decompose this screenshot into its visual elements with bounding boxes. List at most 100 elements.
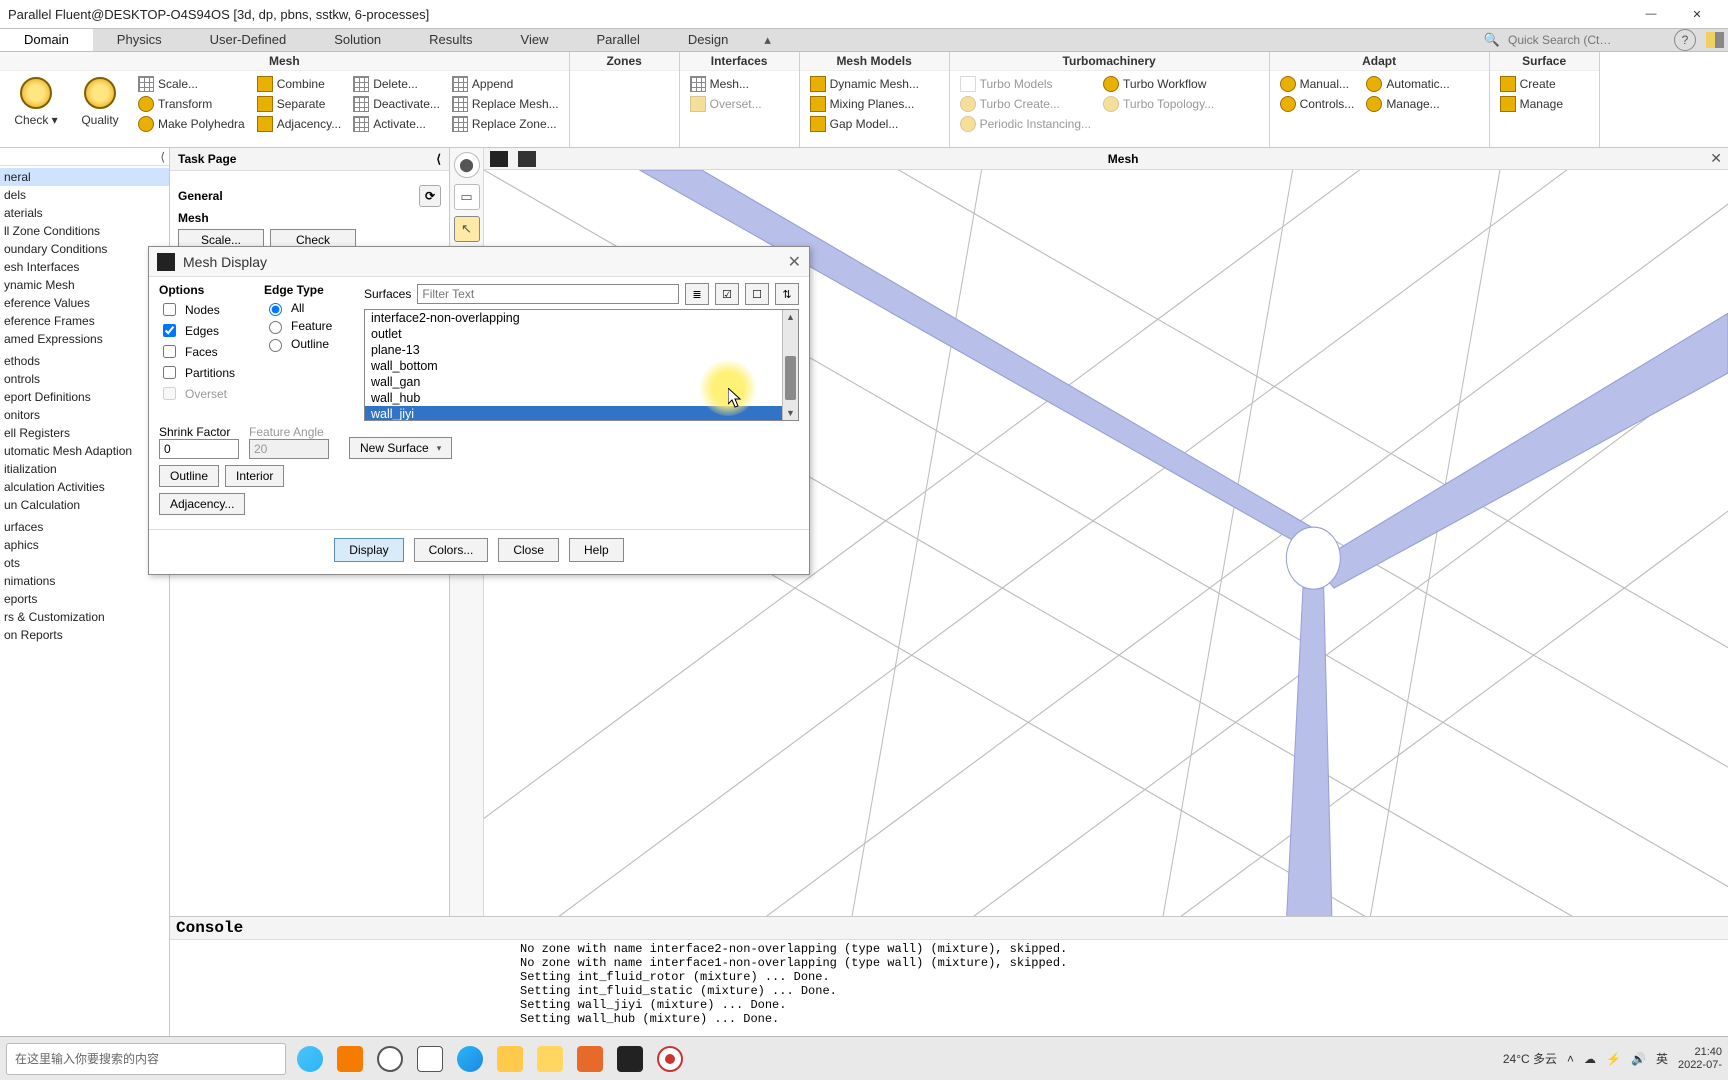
gap-model-button[interactable]: Gap Model... xyxy=(806,115,923,133)
tab-solution[interactable]: Solution xyxy=(310,29,405,51)
edges-checkbox[interactable]: Edges xyxy=(159,321,254,340)
outline-item[interactable]: aphics xyxy=(0,536,169,554)
check-button[interactable]: Check ▾ xyxy=(6,75,66,129)
adapt-automatic-button[interactable]: Automatic... xyxy=(1362,75,1453,93)
select-all-button[interactable]: ☑ xyxy=(715,283,739,305)
taskbar-fluent-icon[interactable] xyxy=(614,1043,646,1075)
invert-selection-button[interactable]: ⇅ xyxy=(775,283,799,305)
outline-item[interactable]: nimations xyxy=(0,572,169,590)
taskbar-edge-icon[interactable] xyxy=(454,1043,486,1075)
close-button[interactable]: Close xyxy=(498,538,559,562)
separate-button[interactable]: Separate xyxy=(253,95,345,113)
adapt-controls-button[interactable]: Controls... xyxy=(1276,95,1359,113)
deselect-all-button[interactable]: ☐ xyxy=(745,283,769,305)
replace-mesh-button[interactable]: Replace Mesh... xyxy=(448,95,563,113)
append-button[interactable]: Append xyxy=(448,75,563,93)
outline-item[interactable]: eference Values xyxy=(0,294,169,312)
nodes-checkbox[interactable]: Nodes xyxy=(159,300,254,319)
outline-item[interactable]: dels xyxy=(0,186,169,204)
taskbar-taskview-icon[interactable] xyxy=(414,1043,446,1075)
outline-item[interactable]: eference Frames xyxy=(0,312,169,330)
outline-item[interactable]: on Reports xyxy=(0,626,169,644)
outline-item[interactable]: onitors xyxy=(0,406,169,424)
tab-domain[interactable]: Domain xyxy=(0,29,93,51)
surface-list-item[interactable]: plane-13 xyxy=(365,342,798,358)
outline-item[interactable]: esh Interfaces xyxy=(0,258,169,276)
view-tool-0[interactable]: ⬤ xyxy=(454,152,480,178)
dialog-close-button[interactable]: ✕ xyxy=(788,252,801,272)
outline-item[interactable]: ell Registers xyxy=(0,424,169,442)
tab-physics[interactable]: Physics xyxy=(93,29,186,51)
surface-create-button[interactable]: Create xyxy=(1496,75,1567,93)
tab-view[interactable]: View xyxy=(497,29,573,51)
adapt-manual-button[interactable]: Manual... xyxy=(1276,75,1359,93)
outline-item[interactable]: oundary Conditions xyxy=(0,240,169,258)
outline-item[interactable]: eport Definitions xyxy=(0,388,169,406)
taskbar-cortana-icon[interactable] xyxy=(374,1043,406,1075)
taskbar-news-icon[interactable] xyxy=(294,1043,326,1075)
tray-onedrive-icon[interactable]: ☁ xyxy=(1584,1052,1596,1066)
surface-list-item[interactable]: outlet xyxy=(365,326,798,342)
edge-outline-radio[interactable]: Outline xyxy=(264,336,354,352)
task-page-collapse[interactable]: ⟨ xyxy=(436,152,441,166)
surface-list-item[interactable]: wall_bottom xyxy=(365,358,798,374)
outline-item[interactable]: aterials xyxy=(0,204,169,222)
tray-chevron-icon[interactable]: ˄ xyxy=(1567,1052,1574,1066)
adjacency-button[interactable]: Adjacency... xyxy=(253,115,345,133)
outline-item[interactable]: ynamic Mesh xyxy=(0,276,169,294)
interior-button[interactable]: Interior xyxy=(225,465,284,487)
dynamic-mesh-button[interactable]: Dynamic Mesh... xyxy=(806,75,923,93)
make-polyhedra-button[interactable]: Make Polyhedra xyxy=(134,115,249,133)
view-tool-pointer[interactable]: ↖ xyxy=(454,216,480,242)
deactivate-button[interactable]: Deactivate... xyxy=(349,95,444,113)
help-icon[interactable]: ? xyxy=(1674,29,1696,51)
outline-item[interactable]: ots xyxy=(0,554,169,572)
taskbar-app2-icon[interactable] xyxy=(534,1043,566,1075)
outline-item[interactable]: utomatic Mesh Adaption xyxy=(0,442,169,460)
help-button[interactable]: Help xyxy=(569,538,624,562)
surfaces-filter-input[interactable] xyxy=(417,284,679,304)
turbo-models-button[interactable]: Turbo Models xyxy=(956,75,1095,93)
outline-tree[interactable]: neraldelsaterialsll Zone Conditionsounda… xyxy=(0,166,169,1036)
outline-item[interactable]: itialization xyxy=(0,460,169,478)
edge-all-radio[interactable]: All xyxy=(264,300,354,316)
outline-item[interactable]: eports xyxy=(0,590,169,608)
outline-item[interactable]: neral xyxy=(0,168,169,186)
quality-button[interactable]: Quality xyxy=(70,75,130,129)
ribbon-collapse-icon[interactable]: ▴ xyxy=(752,29,783,51)
outline-item[interactable]: un Calculation xyxy=(0,496,169,514)
transform-button[interactable]: Transform xyxy=(134,95,249,113)
weather-widget[interactable]: 24°C 多云 xyxy=(1503,1050,1557,1067)
adjacency-dialog-button[interactable]: Adjacency... xyxy=(159,493,245,515)
tray-wifi-icon[interactable]: ⚡ xyxy=(1606,1052,1621,1066)
taskbar-search[interactable]: 在这里输入你要搜索的内容 xyxy=(6,1043,286,1075)
outline-collapse-button[interactable]: ⟨ xyxy=(0,148,169,166)
shrink-factor-input[interactable] xyxy=(159,439,239,459)
view-tool-1[interactable]: ▭ xyxy=(454,184,480,210)
taskbar-clock[interactable]: 21:40 2022-07- xyxy=(1678,1046,1722,1070)
taskbar-app1-icon[interactable] xyxy=(334,1043,366,1075)
surfaces-scrollbar[interactable]: ▲▼ xyxy=(782,310,798,420)
close-window-button[interactable]: ✕ xyxy=(1674,0,1720,28)
mixing-planes-button[interactable]: Mixing Planes... xyxy=(806,95,923,113)
viewport-close-button[interactable]: ✕ xyxy=(1710,150,1722,167)
outline-item[interactable]: alculation Activities xyxy=(0,478,169,496)
edge-feature-radio[interactable]: Feature xyxy=(264,318,354,334)
layout-icon[interactable] xyxy=(1706,32,1724,48)
outline-item[interactable]: amed Expressions xyxy=(0,330,169,348)
activate-button[interactable]: Activate... xyxy=(349,115,444,133)
refresh-button[interactable]: ⟳ xyxy=(419,185,441,207)
tab-design[interactable]: Design xyxy=(664,29,752,51)
faces-checkbox[interactable]: Faces xyxy=(159,342,254,361)
outline-item[interactable]: ll Zone Conditions xyxy=(0,222,169,240)
adapt-manage-button[interactable]: Manage... xyxy=(1362,95,1453,113)
outline-item[interactable]: ethods xyxy=(0,352,169,370)
tray-ime[interactable]: 英 xyxy=(1656,1050,1668,1067)
interfaces-mesh-button[interactable]: Mesh... xyxy=(686,75,766,93)
tray-volume-icon[interactable]: 🔊 xyxy=(1631,1052,1646,1066)
combine-button[interactable]: Combine xyxy=(253,75,345,93)
taskbar-ppt-icon[interactable] xyxy=(574,1043,606,1075)
quick-search-input[interactable] xyxy=(1504,31,1664,49)
display-button[interactable]: Display xyxy=(334,538,403,562)
filter-toggle-button[interactable]: ≣ xyxy=(685,283,709,305)
